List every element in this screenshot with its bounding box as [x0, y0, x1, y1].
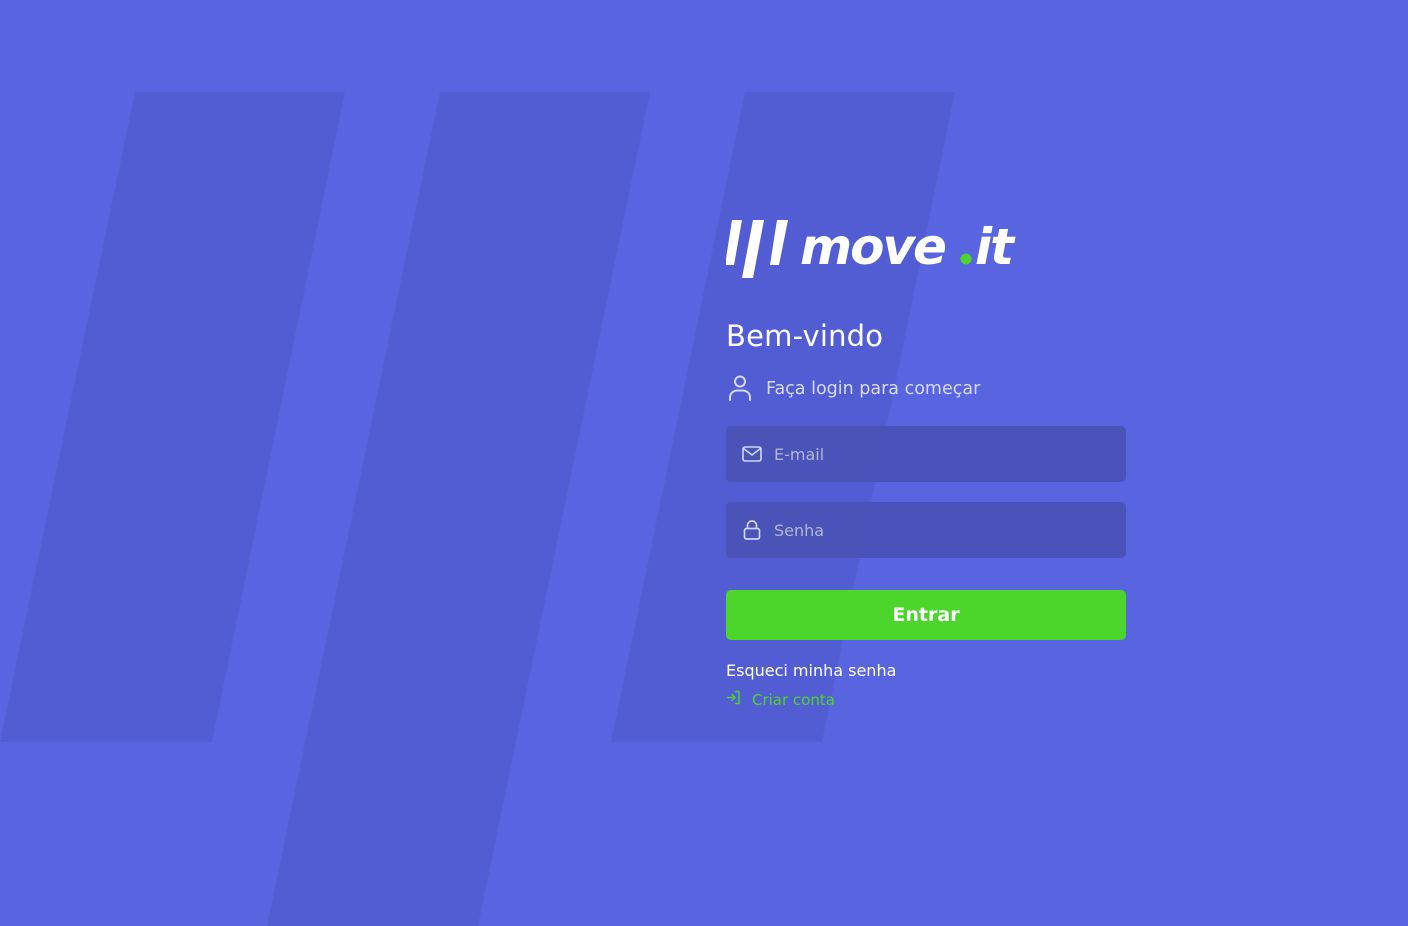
logo-dot — [960, 253, 972, 265]
login-panel: move it Bem-vindo Faça login para começa… — [726, 210, 1126, 709]
background-stripe — [267, 92, 650, 926]
background-stripes — [0, 92, 955, 926]
mail-icon — [741, 443, 763, 465]
user-icon — [726, 373, 754, 405]
lock-icon — [741, 519, 763, 541]
login-subtitle: Faça login para começar — [726, 374, 1126, 404]
logo-bars-icon — [726, 220, 788, 278]
logo-text-move: move — [800, 218, 945, 276]
background-stripe — [0, 92, 345, 742]
moveit-logo: move it — [726, 218, 1018, 278]
subtitle-text: Faça login para começar — [766, 379, 981, 399]
password-input[interactable] — [772, 501, 1126, 559]
password-field — [726, 501, 1126, 559]
create-account-link[interactable]: Criar conta — [726, 690, 1126, 709]
sign-in-icon — [726, 690, 741, 709]
create-account-label: Criar conta — [752, 690, 835, 709]
forgot-password-link[interactable]: Esqueci minha senha — [726, 661, 896, 680]
logo-text-it: it — [975, 218, 1016, 276]
email-field — [726, 425, 1126, 483]
login-button[interactable]: Entrar — [726, 590, 1126, 640]
email-input[interactable] — [772, 425, 1126, 483]
welcome-heading: Bem-vindo — [726, 319, 884, 353]
